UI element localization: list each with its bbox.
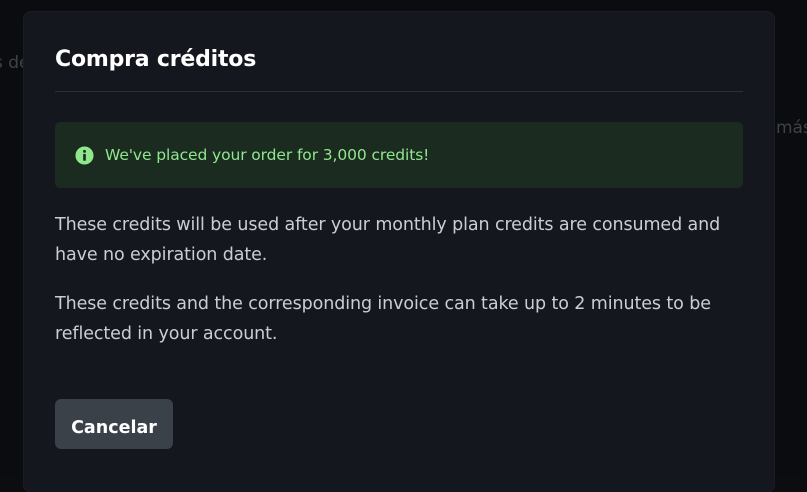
modal-title: Compra créditos [55, 47, 257, 72]
credits-usage-text: These credits will be used after your mo… [55, 215, 721, 265]
alert-message: We've placed your order for 3,000 credit… [105, 146, 430, 164]
purchase-credits-modal: Compra créditos We've placed your order … [24, 12, 774, 492]
invoice-delay-text: These credits and the corresponding invo… [55, 294, 711, 344]
success-alert: We've placed your order for 3,000 credit… [55, 122, 743, 188]
info-circle-icon [75, 145, 94, 165]
modal-header: Compra créditos [55, 42, 743, 92]
background-text-right: más p [776, 118, 807, 138]
cancel-button[interactable]: Cancelar [55, 399, 173, 449]
